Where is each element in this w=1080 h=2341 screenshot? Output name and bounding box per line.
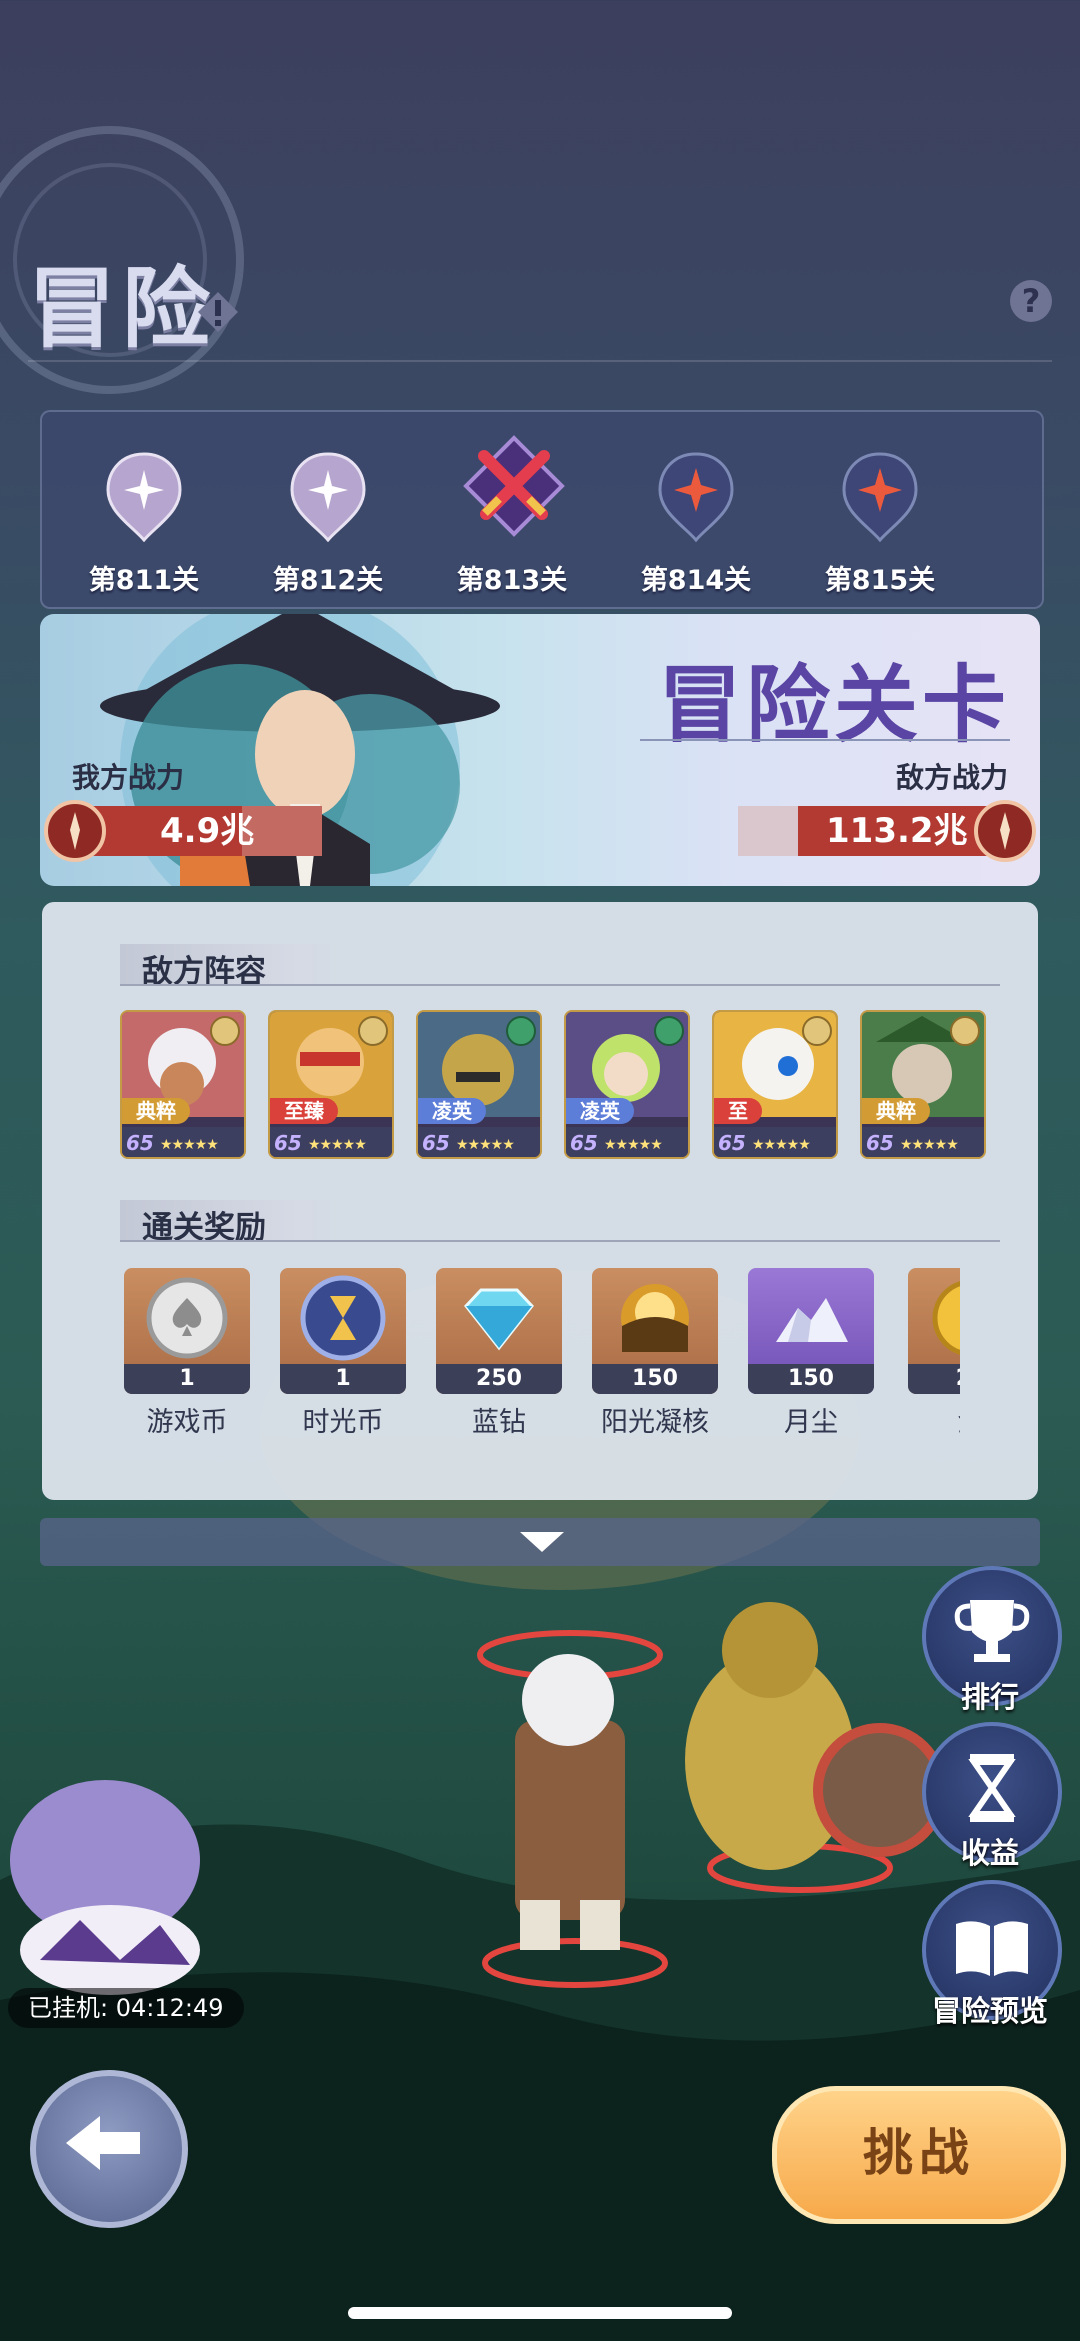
faction-badge-icon — [802, 1016, 832, 1046]
idle-timer: 已挂机: 04:12:49 — [8, 1988, 244, 2028]
star-rating: ★★★★★ — [900, 1137, 959, 1153]
rewards-header: 通关奖励 — [120, 1200, 1000, 1246]
back-arrow-icon — [66, 2116, 140, 2170]
reward-name: 蓝钻 — [472, 1407, 526, 1438]
rank-tag: 典粹 — [122, 1098, 190, 1124]
stage-progress-bar: 第811关 第812关 第813关 第814关 第815关 — [40, 410, 1044, 609]
enemy-power-bar: 113.2兆 — [738, 800, 1038, 862]
hero-level: 65 — [126, 1131, 154, 1155]
reward-name: 时光币 — [302, 1407, 384, 1438]
star-rating: ★★★★★ — [308, 1137, 367, 1153]
page-title: 冒险 — [28, 256, 217, 360]
enemy-hero-card[interactable]: 至臻 65 ★★★★★ — [268, 1010, 394, 1159]
cleared-stage-icon — [290, 452, 366, 542]
rank-tag: 至 — [714, 1098, 762, 1124]
cleared-stage-icon — [106, 452, 182, 542]
reward-qty: 27 — [908, 1364, 960, 1394]
stage-label: 第814关 — [640, 565, 752, 596]
faction-badge-icon — [358, 1016, 388, 1046]
challenge-button[interactable]: 挑战 — [772, 2086, 1066, 2224]
reward-qty: 1 — [124, 1364, 250, 1394]
back-button[interactable] — [30, 2070, 188, 2228]
moon-dust-icon — [776, 1298, 848, 1342]
stage-label: 第812关 — [272, 565, 384, 596]
locked-stage-icon — [842, 452, 918, 542]
enemy-hero-card[interactable]: 凌英 65 ★★★★★ — [564, 1010, 690, 1159]
reward-qty: 1 — [280, 1364, 406, 1394]
faction-badge-icon — [950, 1016, 980, 1046]
reward-qty: 250 — [436, 1364, 562, 1394]
button-label: 排行 — [960, 1680, 1019, 1714]
hero-level: 65 — [274, 1131, 302, 1155]
enemy-hero-card[interactable]: 典粹 65 ★★★★★ — [860, 1010, 986, 1159]
stage-label: 第813关 — [456, 565, 568, 596]
title-divider — [28, 360, 1052, 362]
stage-item-811[interactable]: 第811关 — [64, 412, 224, 607]
chevron-down-icon — [520, 1532, 564, 1552]
enemy-hero-card[interactable]: 凌英 65 ★★★★★ — [416, 1010, 542, 1159]
hero-level: 65 — [422, 1131, 450, 1155]
reward-name: 金 — [904, 1400, 961, 1439]
coin-icon — [146, 1277, 228, 1359]
question-circle-icon[interactable]: ? — [1010, 280, 1052, 322]
stage-banner: 冒险关卡 我方战力 敌方战力 4.9兆 113.2兆 — [40, 614, 1040, 886]
my-power-bar: 4.9兆 — [42, 800, 322, 862]
stage-label: 第811关 — [88, 565, 200, 596]
reward-qty: 150 — [748, 1364, 874, 1394]
star-rating: ★★★★★ — [456, 1137, 515, 1153]
star-rating: ★★★★★ — [604, 1137, 663, 1153]
enemy-power-value: 113.2兆 — [826, 811, 968, 851]
enemy-hero-card[interactable]: 至 65 ★★★★★ — [712, 1010, 838, 1159]
enemy-power-label: 敌方战力 — [895, 761, 1008, 794]
my-power-label: 我方战力 — [72, 761, 185, 794]
my-power-value: 4.9兆 — [160, 811, 255, 851]
reward-name: 阳光凝核 — [601, 1407, 709, 1438]
faction-badge-icon — [506, 1016, 536, 1046]
stage-label: 第815关 — [824, 565, 936, 596]
banner-divider — [640, 739, 1010, 741]
rank-tag: 凌英 — [418, 1098, 486, 1124]
reward-qty: 150 — [592, 1364, 718, 1394]
challenge-label: 挑战 — [863, 2123, 975, 2182]
button-label: 冒险预览 — [931, 1994, 1048, 2028]
locked-stage-icon — [658, 452, 734, 542]
rank-tag: 典粹 — [862, 1098, 930, 1124]
faction-badge-icon — [210, 1016, 240, 1046]
faction-badge-icon — [654, 1016, 684, 1046]
reward-name: 游戏币 — [146, 1407, 228, 1438]
button-label: 收益 — [960, 1836, 1019, 1870]
reward-clip: 27 金 — [904, 1260, 960, 1444]
stage-item-813[interactable]: 第813关 — [432, 412, 592, 607]
stage-item-815[interactable]: 第815关 — [800, 412, 960, 607]
star-rating: ★★★★★ — [160, 1137, 219, 1153]
stage-item-812[interactable]: 第812关 — [248, 412, 408, 607]
warning-diamond-icon[interactable] — [196, 290, 240, 334]
hourglass-coin-icon — [300, 1275, 386, 1361]
crossed-swords-icon — [463, 435, 565, 537]
gold-icon — [932, 1281, 960, 1355]
sun-core-icon — [621, 1284, 689, 1352]
rank-tag: 凌英 — [566, 1098, 634, 1124]
player-hero-sprite — [515, 1654, 625, 1950]
collapse-panel-button[interactable] — [40, 1518, 1040, 1566]
hero-level: 65 — [570, 1131, 598, 1155]
idle-pet-sprite — [10, 1780, 200, 1995]
enemy-hero-card[interactable]: 典粹 65 ★★★★★ — [120, 1010, 246, 1159]
star-rating: ★★★★★ — [752, 1137, 811, 1153]
diamond-icon — [464, 1288, 534, 1351]
stage-item-814[interactable]: 第814关 — [616, 412, 776, 607]
hero-level: 65 — [718, 1131, 746, 1155]
home-indicator[interactable] — [348, 2307, 732, 2319]
reward-name: 月尘 — [784, 1407, 838, 1438]
rank-tag: 至臻 — [270, 1098, 338, 1124]
enemy-lineup-header: 敌方阵容 — [120, 944, 1000, 990]
hero-level: 65 — [866, 1131, 894, 1155]
